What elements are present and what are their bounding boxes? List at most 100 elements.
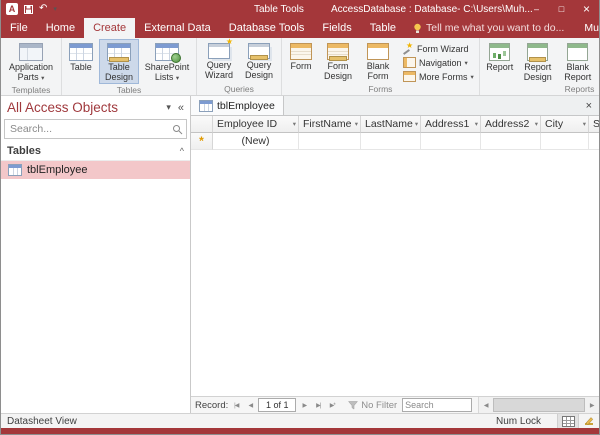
cell-state[interactable] xyxy=(589,133,599,150)
tab-fields[interactable]: Fields xyxy=(313,18,360,38)
blank-report-label: Blank Report xyxy=(562,63,594,82)
horizontal-scrollbar[interactable]: ◀ ▶ xyxy=(478,397,599,413)
tab-external-data[interactable]: External Data xyxy=(135,18,220,38)
column-dropdown-icon[interactable]: ▾ xyxy=(353,120,358,128)
dropdown-caret-icon: ▾ xyxy=(471,73,474,81)
label-text: Query Wizard xyxy=(205,60,233,80)
report-design-label: Report Design xyxy=(522,63,554,82)
doc-tab-tblemployee[interactable]: tblEmployee xyxy=(191,96,284,115)
query-wizard-button[interactable]: Query Wizard xyxy=(200,39,238,83)
column-header-address1[interactable]: Address1 ▾ xyxy=(421,116,481,133)
next-record-button[interactable]: ▶ xyxy=(298,399,310,411)
quick-access-toolbar: A ↶ ▾ xyxy=(1,3,57,15)
tab-home[interactable]: Home xyxy=(37,18,84,38)
document-tab-bar: tblEmployee × xyxy=(191,96,599,116)
tab-database-tools[interactable]: Database Tools xyxy=(220,18,314,38)
num-lock-indicator: Num Lock xyxy=(496,416,557,427)
more-forms-button[interactable]: More Forms ▾ xyxy=(401,70,476,83)
select-all-cell[interactable] xyxy=(191,116,213,133)
form-wizard-button[interactable]: Form Wizard xyxy=(401,42,476,55)
column-dropdown-icon[interactable]: ▾ xyxy=(581,120,586,128)
last-record-button[interactable]: ▶| xyxy=(312,399,324,411)
cell-address1[interactable] xyxy=(421,133,481,150)
label-text: Table xyxy=(70,62,92,72)
label-text: Query Design xyxy=(245,60,273,80)
report-button[interactable]: Report xyxy=(483,39,517,83)
cell-city[interactable] xyxy=(541,133,589,150)
filter-indicator[interactable]: No Filter xyxy=(348,400,397,411)
nav-item-tblemployee[interactable]: tblEmployee xyxy=(1,161,190,179)
design-view-icon xyxy=(584,416,594,426)
dropdown-caret-icon: ▾ xyxy=(41,75,44,82)
tab-file[interactable]: File xyxy=(1,18,37,38)
cell-address2[interactable] xyxy=(481,133,541,150)
account-user-name[interactable]: Muhammad Waqas xyxy=(572,18,599,38)
blank-report-button[interactable]: Blank Report xyxy=(559,39,597,83)
forms-small-buttons: Form Wizard Navigation ▾ More Forms ▾ xyxy=(398,39,477,83)
form-button[interactable]: Form xyxy=(285,39,317,83)
tell-me-box[interactable]: Tell me what you want to do... xyxy=(405,18,572,38)
undo-icon[interactable]: ↶ xyxy=(39,4,47,14)
save-icon[interactable] xyxy=(24,5,33,14)
scroll-left-icon[interactable]: ◀ xyxy=(479,397,493,413)
save-floppy-glyph xyxy=(24,5,33,14)
doc-tab-label: tblEmployee xyxy=(217,100,275,112)
table-button[interactable]: Table xyxy=(65,39,97,84)
column-header-lastname[interactable]: LastName ▾ xyxy=(361,116,421,133)
query-design-button[interactable]: Query Design xyxy=(240,39,278,83)
scroll-right-icon[interactable]: ▶ xyxy=(585,397,599,413)
window-title: AccessDatabase : Database- C:\Users\Muh.… xyxy=(331,4,533,15)
access-app-icon[interactable]: A xyxy=(6,3,18,15)
close-document-icon[interactable]: × xyxy=(579,96,599,115)
new-blank-record-button[interactable]: ▶* xyxy=(326,399,338,411)
column-header-firstname[interactable]: FirstName ▾ xyxy=(299,116,361,133)
table-design-button[interactable]: Table Design xyxy=(99,39,139,84)
close-button[interactable]: × xyxy=(574,0,599,18)
column-dropdown-icon[interactable]: ▾ xyxy=(473,120,478,128)
search-icon[interactable] xyxy=(172,124,183,135)
cell-lastname[interactable] xyxy=(361,133,421,150)
form-design-icon xyxy=(327,43,349,60)
report-design-icon xyxy=(527,43,548,61)
nav-section-tables[interactable]: Tables ^ xyxy=(1,142,190,161)
design-view-button[interactable] xyxy=(579,414,599,428)
column-header-address2[interactable]: Address2 ▾ xyxy=(481,116,541,133)
application-parts-button[interactable]: Application Parts ▾ xyxy=(4,39,58,84)
navigation-button[interactable]: Navigation ▾ xyxy=(401,56,476,69)
column-dropdown-icon[interactable]: ▾ xyxy=(291,120,296,128)
record-position-box[interactable] xyxy=(258,398,296,412)
blank-form-button[interactable]: Blank Form xyxy=(359,39,397,83)
column-header-city[interactable]: City ▾ xyxy=(541,116,589,133)
column-dropdown-icon[interactable]: ▾ xyxy=(413,120,418,128)
nav-pane-menu-icon[interactable]: ▾ xyxy=(166,102,171,113)
previous-record-button[interactable]: ◀ xyxy=(244,399,256,411)
record-search-input[interactable] xyxy=(402,398,472,412)
scrollbar-thumb[interactable] xyxy=(493,398,585,412)
column-header-employee-id[interactable]: Employee ID ▾ xyxy=(213,116,299,133)
column-header-state[interactable]: St xyxy=(589,116,599,133)
tell-me-text: Tell me what you want to do... xyxy=(426,22,564,34)
new-record-selector[interactable]: * xyxy=(191,133,213,150)
ribbon-tab-bar: File Home Create External Data Database … xyxy=(1,18,599,38)
column-label: FirstName xyxy=(303,118,351,130)
qat-customize-icon[interactable]: ▾ xyxy=(53,6,57,13)
new-cell-text: (New) xyxy=(242,135,270,147)
cell-employee-id[interactable]: (New) xyxy=(213,133,299,150)
form-design-button[interactable]: Form Design xyxy=(319,39,357,83)
filter-text: No Filter xyxy=(361,400,397,411)
datasheet-view-button[interactable] xyxy=(557,414,579,428)
nav-search-input[interactable] xyxy=(8,122,172,136)
report-design-button[interactable]: Report Design xyxy=(519,39,557,83)
sharepoint-lists-button[interactable]: SharePoint Lists ▾ xyxy=(141,39,193,84)
shutter-bar-close-icon[interactable]: « xyxy=(178,102,184,114)
first-record-button[interactable]: |◀ xyxy=(230,399,242,411)
column-dropdown-icon[interactable]: ▾ xyxy=(533,120,538,128)
maximize-button[interactable]: □ xyxy=(549,0,574,18)
tab-create[interactable]: Create xyxy=(84,18,135,38)
cell-firstname[interactable] xyxy=(299,133,361,150)
section-collapse-icon: ^ xyxy=(180,146,184,156)
record-label: Record: xyxy=(195,400,228,411)
tab-table[interactable]: Table xyxy=(361,18,405,38)
column-header-row: Employee ID ▾ FirstName ▾ LastName ▾ Add… xyxy=(191,116,599,133)
nav-pane-header[interactable]: All Access Objects ▾ « xyxy=(1,96,190,118)
